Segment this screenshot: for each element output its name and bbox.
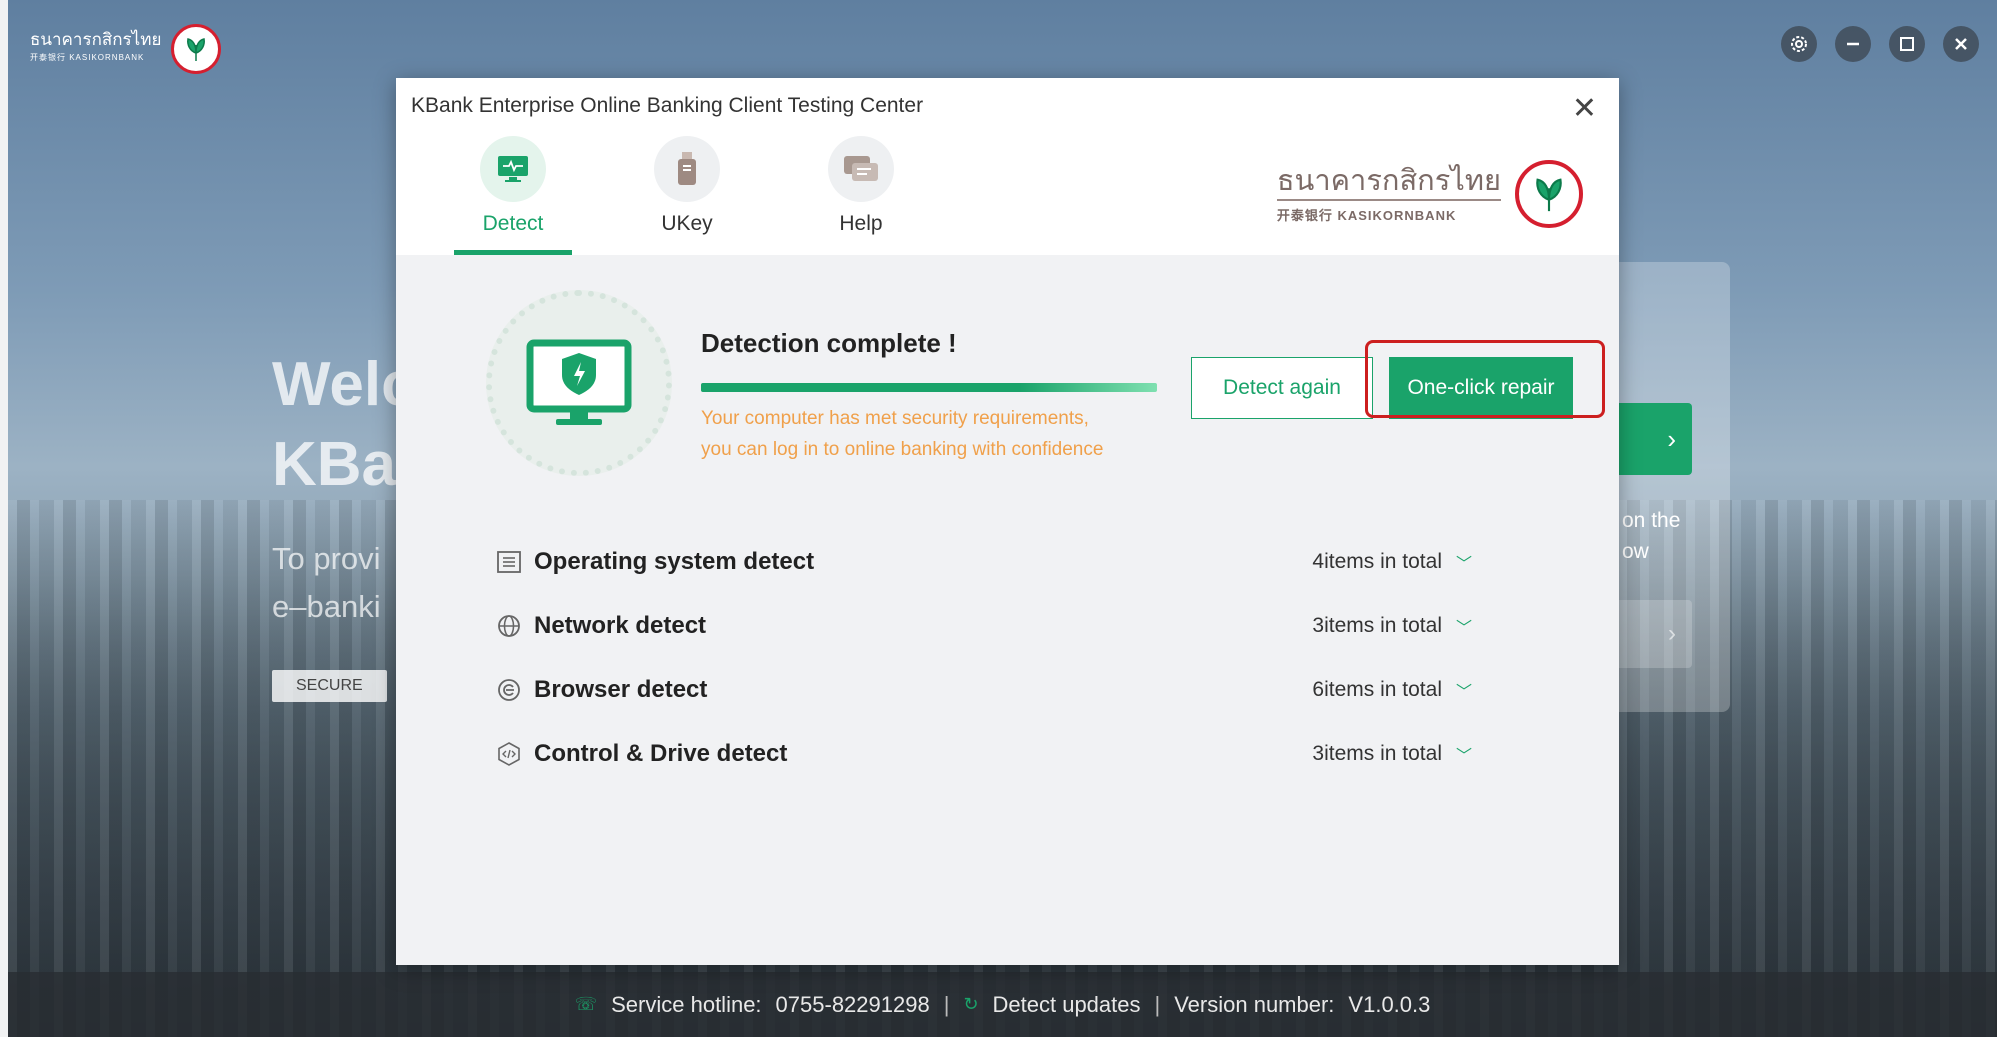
detect-row-network[interactable]: Network detect 3items in total ﹀ — [496, 594, 1526, 658]
detect-row-summary: 6items in total ﹀ — [1312, 678, 1526, 702]
app-logo-en: 开泰银行 KASIKORNBANK — [30, 53, 145, 62]
testing-center-dialog: KBank Enterprise Online Banking Client T… — [396, 78, 1619, 965]
chevron-down-icon[interactable]: ﹀ — [1456, 678, 1472, 702]
kbank-leaf-icon — [171, 24, 222, 74]
app-logo: ธนาคารกสิกรไทย 开泰银行 KASIKORNBANK — [30, 24, 222, 74]
chevron-right-icon: › — [1668, 620, 1676, 647]
detect-row-operating-system[interactable]: Operating system detect 4items in total … — [496, 530, 1526, 594]
list-icon — [496, 549, 522, 575]
security-status-graphic — [486, 290, 672, 476]
tab-help[interactable]: Help — [774, 136, 948, 255]
detect-row-summary: 3items in total ﹀ — [1312, 742, 1526, 766]
detect-row-count: 6items in total — [1312, 678, 1442, 701]
welcome-heading: Welc KBa — [272, 345, 416, 505]
app-logo-text: ธนาคารกสิกรไทย 开泰银行 KASIKORNBANK — [30, 31, 161, 67]
detect-row-label: Network detect — [534, 612, 707, 639]
version-label: Version number: — [1174, 991, 1335, 1017]
login-panel-secondary-button[interactable]: › — [1610, 600, 1692, 668]
detect-row-left: Operating system detect — [496, 548, 814, 576]
browser-icon — [496, 677, 522, 703]
status-message-line-2: you can log in to online banking with co… — [701, 439, 1104, 460]
chevron-down-icon[interactable]: ﹀ — [1456, 614, 1472, 638]
secure-badge: SECURE — [272, 670, 387, 702]
detect-row-label: Browser detect — [534, 676, 708, 703]
footer-divider: | — [1154, 991, 1161, 1017]
detect-row-label: Operating system detect — [534, 548, 815, 575]
detect-row-count: 3items in total — [1312, 742, 1442, 765]
monitor-icon — [480, 136, 546, 202]
status-message-line-1: Your computer has met security requireme… — [701, 408, 1089, 429]
welcome-subtitle: To provi e–banki — [272, 535, 381, 631]
version-value: V1.0.0.3 — [1348, 991, 1431, 1017]
dialog-title: KBank Enterprise Online Banking Client T… — [411, 94, 924, 117]
welcome-line-1: Welc — [272, 350, 416, 419]
globe-icon — [496, 613, 522, 639]
monitor-shield-icon — [526, 339, 632, 425]
left-edge — [0, 0, 8, 1037]
one-click-repair-button[interactable]: One-click repair — [1389, 357, 1573, 419]
hotline-label: Service hotline: — [611, 991, 762, 1017]
subtitle-line-2: e–banki — [272, 589, 381, 624]
tab-ukey[interactable]: UKey — [600, 136, 774, 255]
chat-icon — [828, 136, 894, 202]
phone-icon: ☏ — [574, 994, 598, 1014]
app-logo-thai: ธนาคารกสิกรไทย — [30, 30, 162, 49]
detect-row-left: Browser detect — [496, 676, 707, 704]
chevron-down-icon[interactable]: ﹀ — [1456, 742, 1472, 766]
detect-row-label: Control & Drive detect — [534, 740, 788, 767]
detect-row-summary: 3items in total ﹀ — [1312, 614, 1526, 638]
tab-detect[interactable]: Detect — [426, 136, 600, 255]
panel-text-line-2: ow — [1622, 540, 1649, 563]
hotline-number: 0755-82291298 — [775, 991, 930, 1017]
subtitle-line-1: To provi — [272, 541, 381, 576]
tab-detect-label: Detect — [482, 212, 544, 235]
window-controls — [1781, 26, 1979, 62]
chevron-right-icon: › — [1667, 423, 1676, 454]
kasikornbank-brand: ธนาคารกสิกรไทย 开泰银行 KASIKORNBANK — [1276, 160, 1583, 228]
login-panel-next-button[interactable]: › — [1610, 403, 1692, 475]
minimize-icon[interactable] — [1835, 26, 1871, 62]
tab-ukey-label: UKey — [661, 212, 713, 235]
brand-en: 开泰银行 KASIKORNBANK — [1276, 207, 1457, 223]
brand-thai: ธนาคารกสิกรไทย — [1276, 165, 1501, 201]
detect-row-left: Network detect — [496, 612, 706, 640]
login-panel-text: on the ow — [1622, 505, 1680, 567]
dialog-tabs: Detect UKey Help — [426, 136, 948, 255]
brand-text: ธนาคารกสิกรไทย 开泰银行 KASIKORNBANK — [1276, 165, 1501, 224]
close-icon[interactable] — [1943, 26, 1979, 62]
footer-bar: ☏ Service hotline: 0755-82291298 | ↻ Det… — [8, 972, 1997, 1037]
welcome-line-2: KBa — [272, 430, 397, 499]
detect-row-browser[interactable]: Browser detect 6items in total ﹀ — [496, 658, 1526, 722]
chevron-down-icon[interactable]: ﹀ — [1456, 550, 1472, 574]
detect-again-button[interactable]: Detect again — [1191, 357, 1373, 419]
refresh-icon: ↻ — [963, 994, 979, 1014]
panel-text-line-1: on the — [1622, 509, 1681, 532]
detect-row-control-drive[interactable]: Control & Drive detect 3items in total ﹀ — [496, 722, 1526, 786]
detect-row-count: 4items in total — [1312, 550, 1442, 573]
code-icon — [496, 741, 522, 767]
detection-status-message: Your computer has met security requireme… — [701, 403, 1103, 465]
dialog-close-icon[interactable]: ✕ — [1572, 94, 1597, 124]
detect-list: Operating system detect 4items in total … — [496, 530, 1526, 786]
footer-divider: | — [943, 991, 950, 1017]
detection-progress-bar — [701, 383, 1157, 392]
detection-status-title: Detection complete ! — [701, 328, 957, 358]
tab-help-label: Help — [839, 212, 883, 235]
settings-icon[interactable] — [1781, 26, 1817, 62]
kbank-leaf-icon — [1515, 160, 1583, 228]
dialog-header: KBank Enterprise Online Banking Client T… — [396, 78, 1619, 255]
detect-row-left: Control & Drive detect — [496, 740, 787, 768]
detect-updates-link[interactable]: Detect updates — [993, 992, 1141, 1018]
detect-row-count: 3items in total — [1312, 614, 1442, 637]
maximize-icon[interactable] — [1889, 26, 1925, 62]
usb-key-icon — [654, 136, 720, 202]
detect-row-summary: 4items in total ﹀ — [1312, 550, 1526, 574]
